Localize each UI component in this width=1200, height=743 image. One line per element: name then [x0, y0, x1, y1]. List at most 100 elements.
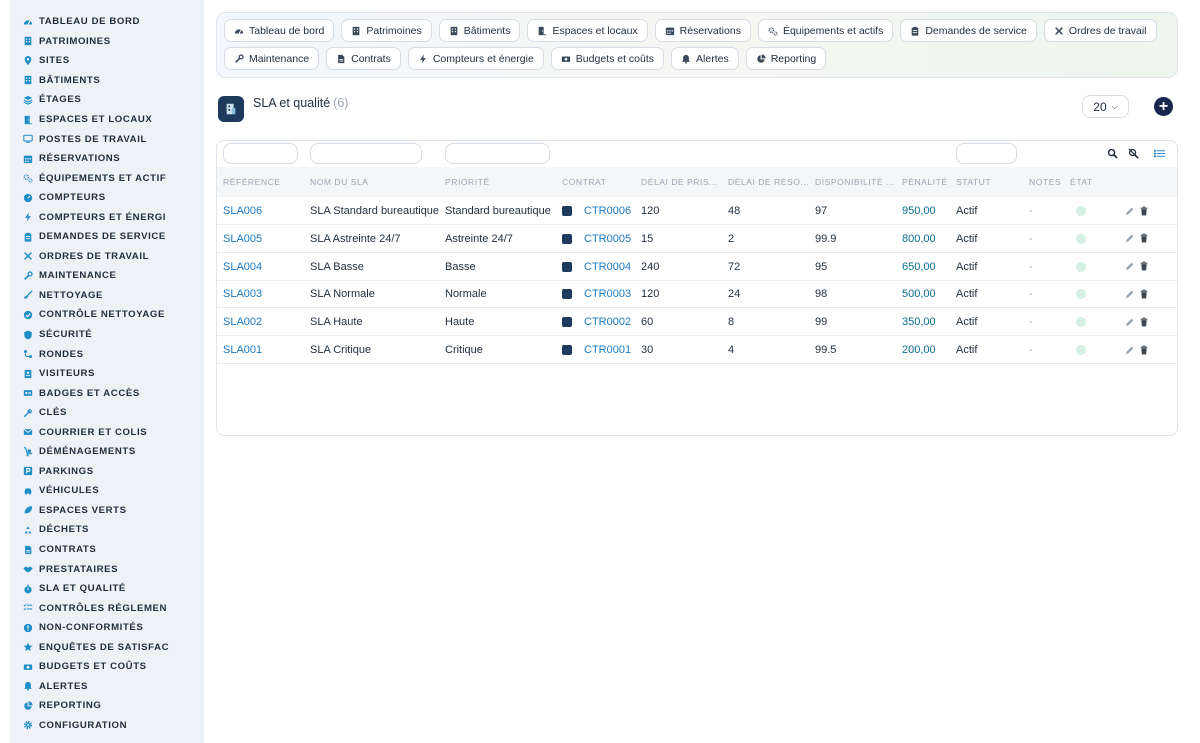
- edit-icon[interactable]: [1125, 316, 1135, 327]
- delete-icon[interactable]: [1139, 233, 1149, 244]
- sidebar-item-prestataires[interactable]: Prestataires: [10, 559, 204, 579]
- table-row[interactable]: SLA004 SLA Basse Basse CTR0004 240 72 95 650,00…: [217, 253, 1177, 281]
- nav-button-compteurs-et-energie[interactable]: Compteurs et énergie: [407, 47, 544, 70]
- table-row[interactable]: SLA001 SLA Critique Critique CTR0001 30 4 99.5…: [217, 336, 1177, 364]
- sidebar-item-equipements-et-actif[interactable]: Équipements et actif: [10, 168, 204, 188]
- sidebar-item-nettoyage[interactable]: Nettoyage: [10, 286, 204, 306]
- sidebar-item-espaces-et-locaux[interactable]: Espaces et locaux: [10, 110, 204, 130]
- sidebar-item-badges-et-acces[interactable]: Badges et accès: [10, 383, 204, 403]
- reference-link[interactable]: SLA005: [223, 233, 262, 245]
- contract-link[interactable]: CTR0004: [584, 261, 631, 273]
- sidebar-item-budgets-et-couts[interactable]: Budgets et coûts: [10, 657, 204, 677]
- sidebar-item-compteurs-et-energi[interactable]: Compteurs et énergi: [10, 207, 204, 227]
- sidebar-item-non-conformites[interactable]: Non-conformités: [10, 618, 204, 638]
- sidebar-item-rondes[interactable]: Rondes: [10, 344, 204, 364]
- column-header-resolution-delay[interactable]: Délai de réso...: [728, 177, 809, 187]
- sidebar-item-vehicules[interactable]: Véhicules: [10, 481, 204, 501]
- sidebar-item-espaces-verts[interactable]: Espaces verts: [10, 501, 204, 521]
- delete-icon[interactable]: [1139, 344, 1149, 355]
- contract-link[interactable]: CTR0001: [584, 344, 631, 356]
- nav-button-equipements-et-actifs[interactable]: Équipements et actifs: [757, 19, 894, 42]
- sidebar-item-enquetes-de-satisfac[interactable]: Enquêtes de satisfac: [10, 638, 204, 658]
- sidebar-item-reservations[interactable]: Réservations: [10, 149, 204, 169]
- sidebar-item-cles[interactable]: Clés: [10, 403, 204, 423]
- column-header-reference[interactable]: Référence: [223, 177, 281, 187]
- nav-button-demandes-de-service[interactable]: Demandes de service: [900, 19, 1037, 42]
- sidebar-item-compteurs[interactable]: Compteurs: [10, 188, 204, 208]
- filter-reference-input[interactable]: [223, 143, 298, 164]
- sidebar-item-etages[interactable]: Étages: [10, 90, 204, 110]
- nav-button-ordres-de-travail[interactable]: Ordres de travail: [1043, 19, 1157, 42]
- list-view-icon[interactable]: [1154, 148, 1165, 159]
- table-row[interactable]: SLA002 SLA Haute Haute CTR0002 60 8 99 350,00 Ac…: [217, 308, 1177, 337]
- nav-button-batiments[interactable]: Bâtiments: [438, 19, 521, 42]
- column-header-sla-name[interactable]: Nom du SLA: [310, 177, 368, 187]
- nav-button-reporting[interactable]: Reporting: [745, 47, 827, 70]
- sidebar-item-alertes[interactable]: Alertes: [10, 677, 204, 697]
- add-record-button[interactable]: +: [1154, 97, 1173, 116]
- edit-icon[interactable]: [1125, 288, 1135, 299]
- sidebar-item-demandes-de-service[interactable]: Demandes de service: [10, 227, 204, 247]
- delete-icon[interactable]: [1139, 316, 1149, 327]
- sidebar-item-controle-nettoyage[interactable]: Contrôle nettoyage: [10, 305, 204, 325]
- sidebar-item-demenagements[interactable]: Déménagements: [10, 442, 204, 462]
- sidebar-item-sla-et-qualite[interactable]: SLA et qualité: [10, 579, 204, 599]
- contract-link[interactable]: CTR0005: [584, 233, 631, 245]
- nav-button-alertes[interactable]: Alertes: [671, 47, 739, 70]
- per-page-select[interactable]: 20 ⌵: [1082, 95, 1129, 118]
- table-row[interactable]: SLA005 SLA Astreinte 24/7 Astreinte 24/7 CT…: [217, 225, 1177, 253]
- filter-name-input[interactable]: [310, 143, 422, 164]
- nav-button-maintenance[interactable]: Maintenance: [224, 47, 320, 70]
- column-header-availability[interactable]: Disponibilité ...: [815, 177, 895, 187]
- sidebar-item-batiments[interactable]: Bâtiments: [10, 71, 204, 91]
- column-header-priority[interactable]: Priorité: [445, 177, 490, 187]
- sidebar-item-controles-reglemen[interactable]: Contrôles réglemen: [10, 598, 204, 618]
- sidebar-item-sites[interactable]: Sites: [10, 51, 204, 71]
- contract-link[interactable]: CTR0003: [584, 288, 631, 300]
- sidebar-item-dechets[interactable]: Déchets: [10, 520, 204, 540]
- reference-link[interactable]: SLA003: [223, 288, 262, 300]
- nav-button-tableau-de-bord[interactable]: Tableau de bord: [224, 19, 335, 42]
- reference-link[interactable]: SLA006: [223, 205, 262, 217]
- table-row[interactable]: SLA003 SLA Normale Normale CTR0003 120 24 98 50…: [217, 280, 1177, 309]
- reference-link[interactable]: SLA001: [223, 344, 262, 356]
- edit-icon[interactable]: [1125, 233, 1135, 244]
- reference-link[interactable]: SLA004: [223, 261, 262, 273]
- sidebar-item-courrier-et-colis[interactable]: Courrier et colis: [10, 422, 204, 442]
- column-header-contract[interactable]: Contrat: [562, 177, 606, 187]
- nav-button-contrats[interactable]: Contrats: [326, 47, 401, 70]
- column-header-notes[interactable]: Notes: [1029, 177, 1061, 187]
- sidebar-item-maintenance[interactable]: Maintenance: [10, 266, 204, 286]
- nav-button-patrimoines[interactable]: Patrimoines: [341, 19, 432, 42]
- sidebar-item-ordres-de-travail[interactable]: Ordres de travail: [10, 247, 204, 267]
- sidebar-item-parkings[interactable]: Parkings: [10, 462, 204, 482]
- filter-priority-input[interactable]: [445, 143, 550, 164]
- contract-link[interactable]: CTR0006: [584, 205, 631, 217]
- column-header-state[interactable]: État: [1070, 177, 1093, 187]
- edit-icon[interactable]: [1125, 344, 1135, 355]
- search-icon[interactable]: [1107, 148, 1118, 159]
- sidebar-item-visiteurs[interactable]: Visiteurs: [10, 364, 204, 384]
- nav-button-budgets-et-couts[interactable]: Budgets et coûts: [550, 47, 665, 70]
- sidebar-item-configuration[interactable]: Configuration: [10, 716, 204, 736]
- delete-icon[interactable]: [1139, 205, 1149, 216]
- sidebar-item-securite[interactable]: Sécurité: [10, 325, 204, 345]
- clear-filter-icon[interactable]: [1128, 148, 1139, 159]
- sidebar-item-patrimoines[interactable]: Patrimoines: [10, 32, 204, 52]
- sidebar-item-postes-de-travail[interactable]: Postes de travail: [10, 129, 204, 149]
- delete-icon[interactable]: [1139, 288, 1149, 299]
- column-header-response-delay[interactable]: Délai de pris...: [641, 177, 718, 187]
- sidebar-item-contrats[interactable]: Contrats: [10, 540, 204, 560]
- nav-button-espaces-et-locaux[interactable]: Espaces et locaux: [527, 19, 648, 42]
- sidebar-item-tableau-de-bord[interactable]: Tableau de bord: [10, 12, 204, 32]
- edit-icon[interactable]: [1125, 205, 1135, 216]
- reference-link[interactable]: SLA002: [223, 316, 262, 328]
- table-row[interactable]: SLA006 SLA Standard bureautique Standard b…: [217, 197, 1177, 225]
- column-header-penalty[interactable]: Pénalité: [902, 177, 948, 187]
- delete-icon[interactable]: [1139, 261, 1149, 272]
- contract-link[interactable]: CTR0002: [584, 316, 631, 328]
- nav-button-reservations[interactable]: Réservations: [654, 19, 751, 42]
- sidebar-item-reporting[interactable]: Reporting: [10, 696, 204, 716]
- column-header-status[interactable]: Statut: [956, 177, 991, 187]
- filter-status-input[interactable]: [956, 143, 1017, 164]
